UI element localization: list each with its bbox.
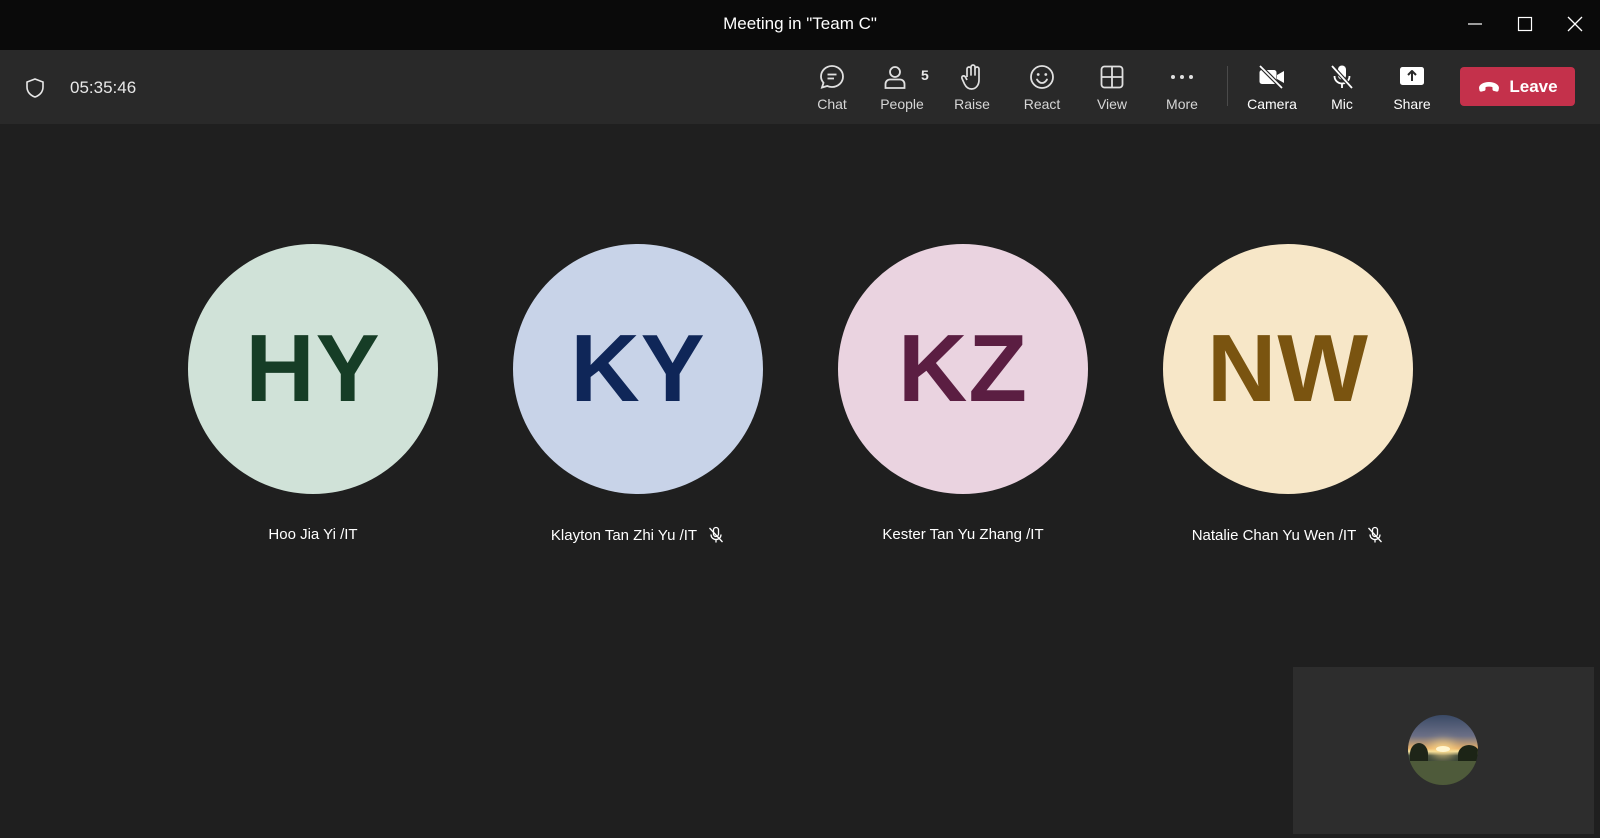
person-icon bbox=[884, 66, 906, 89]
shield-icon bbox=[26, 78, 44, 98]
participant-avatar: HY bbox=[188, 244, 438, 494]
participant-tile[interactable]: KY Klayton Tan Zhi Yu /IT bbox=[513, 244, 763, 544]
participant-name: Natalie Chan Yu Wen /IT bbox=[1191, 526, 1357, 544]
raise-hand-button[interactable]: Raise bbox=[940, 62, 1004, 118]
raise-hand-icon bbox=[960, 64, 980, 90]
leave-button[interactable]: Leave bbox=[1460, 67, 1575, 106]
self-avatar bbox=[1408, 715, 1478, 785]
window-title: Meeting in "Team C" bbox=[723, 14, 877, 33]
close-icon bbox=[1567, 16, 1583, 32]
maximize-button[interactable] bbox=[1501, 0, 1549, 48]
participant-tile[interactable]: KZ Kester Tan Yu Zhang /IT bbox=[838, 244, 1088, 543]
hang-up-icon bbox=[1479, 81, 1500, 92]
chat-icon bbox=[820, 65, 844, 89]
muted-mic-icon bbox=[709, 526, 724, 543]
camera-label: Camera bbox=[1247, 96, 1297, 112]
participant-name: Klayton Tan Zhi Yu /IT bbox=[550, 526, 698, 544]
chat-button[interactable]: Chat bbox=[800, 62, 864, 118]
people-label: People bbox=[880, 96, 924, 112]
minimize-button[interactable] bbox=[1451, 0, 1499, 48]
participant-avatar: NW bbox=[1163, 244, 1413, 494]
participant-avatar: KY bbox=[513, 244, 763, 494]
share-button[interactable]: Share bbox=[1380, 62, 1444, 118]
toolbar-divider bbox=[1227, 66, 1228, 106]
more-label: More bbox=[1166, 96, 1198, 112]
sunset-sun bbox=[1436, 746, 1450, 752]
view-button[interactable]: View bbox=[1080, 62, 1144, 118]
leave-label: Leave bbox=[1509, 76, 1558, 96]
people-count: 5 bbox=[921, 67, 929, 83]
camera-button[interactable]: Camera bbox=[1240, 62, 1304, 118]
mic-label: Mic bbox=[1331, 96, 1353, 112]
emoji-icon bbox=[1030, 65, 1054, 89]
participant-name-row: Natalie Chan Yu Wen /IT bbox=[1063, 526, 1513, 544]
avatar-initials: KY bbox=[570, 315, 706, 422]
share-screen-icon bbox=[1400, 67, 1424, 85]
muted-mic-icon bbox=[1368, 526, 1383, 543]
participant-name: Kester Tan Yu Zhang /IT bbox=[882, 526, 1044, 543]
meeting-timer: 05:35:46 bbox=[70, 78, 137, 97]
maximize-icon bbox=[1517, 16, 1533, 32]
raise-label: Raise bbox=[954, 96, 990, 112]
more-dots-icon bbox=[1171, 75, 1193, 79]
ground bbox=[1408, 761, 1478, 785]
participant-tile[interactable]: NW Natalie Chan Yu Wen /IT bbox=[1163, 244, 1413, 544]
self-view-tile[interactable] bbox=[1293, 667, 1594, 834]
mic-button[interactable]: Mic bbox=[1310, 62, 1374, 118]
camera-off-icon bbox=[1258, 64, 1284, 90]
grid-view-icon bbox=[1100, 65, 1124, 89]
avatar-initials: HY bbox=[245, 315, 381, 422]
participant-avatar: KZ bbox=[838, 244, 1088, 494]
share-label: Share bbox=[1393, 96, 1431, 112]
close-button[interactable] bbox=[1551, 0, 1599, 48]
meeting-window: Meeting in "Team C" 05:35:46 Chat 5 Peop… bbox=[0, 0, 1600, 838]
people-button[interactable]: 5 People bbox=[870, 62, 934, 118]
react-label: React bbox=[1023, 96, 1061, 112]
title-bar: Meeting in "Team C" bbox=[0, 0, 1600, 50]
mic-off-icon bbox=[1330, 64, 1354, 90]
view-label: View bbox=[1096, 96, 1128, 112]
react-button[interactable]: React bbox=[1010, 62, 1074, 118]
more-button[interactable]: More bbox=[1150, 62, 1214, 118]
minimize-icon bbox=[1468, 23, 1482, 25]
avatar-initials: NW bbox=[1207, 315, 1369, 422]
chat-label: Chat bbox=[817, 96, 847, 112]
participant-name: Hoo Jia Yi /IT bbox=[268, 526, 358, 543]
participant-tile[interactable]: HY Hoo Jia Yi /IT bbox=[188, 244, 438, 543]
avatar-initials: KZ bbox=[898, 315, 1028, 422]
